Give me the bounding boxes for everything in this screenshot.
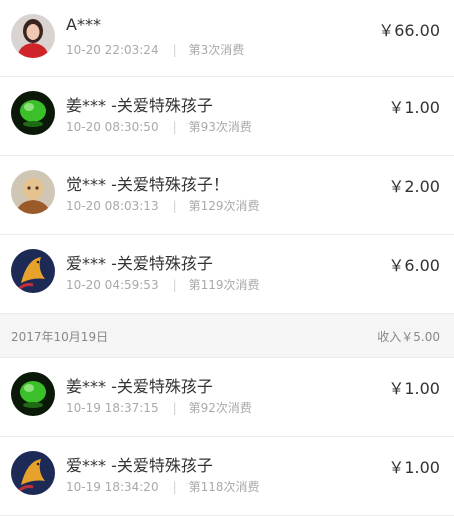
customer-name: 爱*** -关爱特殊孩子 xyxy=(66,254,213,273)
customer-name: A*** xyxy=(66,15,101,34)
purchase-count: 第118次消费 xyxy=(188,480,260,494)
transaction-amount: ￥2.00 xyxy=(388,177,440,196)
transaction-amount: ￥66.00 xyxy=(378,21,440,40)
transaction-amount: ￥1.00 xyxy=(388,98,440,117)
customer-name: 姜*** -关爱特殊孩子 xyxy=(66,377,213,396)
green-leaf-avatar xyxy=(11,372,55,416)
purchase-count: 第92次消费 xyxy=(188,401,252,415)
woman-red-avatar xyxy=(11,14,55,58)
transaction-meta: 10-20 04:59:53 | 第119次消费 xyxy=(66,276,260,293)
meta-separator: | xyxy=(172,198,177,213)
transaction-time: 10-20 08:03:13 xyxy=(66,198,159,213)
transaction-meta: 10-20 08:03:13 | 第129次消费 xyxy=(66,197,260,214)
section-income: 收入￥5.00 xyxy=(377,330,440,344)
date-section-header: 2017年10月19日 收入￥5.00 xyxy=(0,314,454,358)
customer-name: 爱*** -关爱特殊孩子 xyxy=(66,456,213,475)
meta-separator: | xyxy=(172,277,177,292)
transaction-amount: ￥1.00 xyxy=(388,379,440,398)
meta-separator: | xyxy=(172,42,177,57)
transaction-row[interactable]: 爱*** -关爱特殊孩子 10-20 04:59:53 | 第119次消费 ￥6… xyxy=(0,235,454,314)
transaction-amount: ￥1.00 xyxy=(388,458,440,477)
koi-fish-avatar xyxy=(11,451,55,495)
customer-name: 姜*** -关爱特殊孩子 xyxy=(66,96,213,115)
section-date: 2017年10月19日 xyxy=(11,330,109,344)
monk-avatar xyxy=(11,170,55,214)
koi-fish-avatar xyxy=(11,249,55,293)
transaction-meta: 10-20 22:03:24 | 第3次消费 xyxy=(66,41,244,58)
transaction-row[interactable]: 姜*** -关爱特殊孩子 10-20 08:30:50 | 第93次消费 ￥1.… xyxy=(0,77,454,156)
transaction-time: 10-19 18:34:20 xyxy=(66,479,159,494)
meta-separator: | xyxy=(172,119,177,134)
transaction-list: A*** 10-20 22:03:24 | 第3次消费 ￥66.00 姜*** … xyxy=(0,0,454,516)
purchase-count: 第93次消费 xyxy=(188,120,252,134)
transaction-row[interactable]: A*** 10-20 22:03:24 | 第3次消费 ￥66.00 xyxy=(0,0,454,77)
transaction-time: 10-20 08:30:50 xyxy=(66,119,159,134)
purchase-count: 第129次消费 xyxy=(188,199,260,213)
transaction-time: 10-20 04:59:53 xyxy=(66,277,159,292)
meta-separator: | xyxy=(172,400,177,415)
purchase-count: 第3次消费 xyxy=(188,43,245,57)
transaction-row[interactable]: 爱*** -关爱特殊孩子 10-19 18:34:20 | 第118次消费 ￥1… xyxy=(0,437,454,516)
transaction-meta: 10-20 08:30:50 | 第93次消费 xyxy=(66,118,252,135)
transaction-time: 10-20 22:03:24 xyxy=(66,42,159,57)
customer-name: 觉*** -关爱特殊孩子！ xyxy=(66,175,229,194)
transaction-amount: ￥6.00 xyxy=(388,256,440,275)
transaction-meta: 10-19 18:34:20 | 第118次消费 xyxy=(66,478,260,495)
purchase-count: 第119次消费 xyxy=(188,278,260,292)
meta-separator: | xyxy=(172,479,177,494)
transaction-meta: 10-19 18:37:15 | 第92次消费 xyxy=(66,399,252,416)
green-leaf-avatar xyxy=(11,91,55,135)
transaction-row[interactable]: 觉*** -关爱特殊孩子！ 10-20 08:03:13 | 第129次消费 ￥… xyxy=(0,156,454,235)
transaction-row[interactable]: 姜*** -关爱特殊孩子 10-19 18:37:15 | 第92次消费 ￥1.… xyxy=(0,358,454,437)
transaction-time: 10-19 18:37:15 xyxy=(66,400,159,415)
